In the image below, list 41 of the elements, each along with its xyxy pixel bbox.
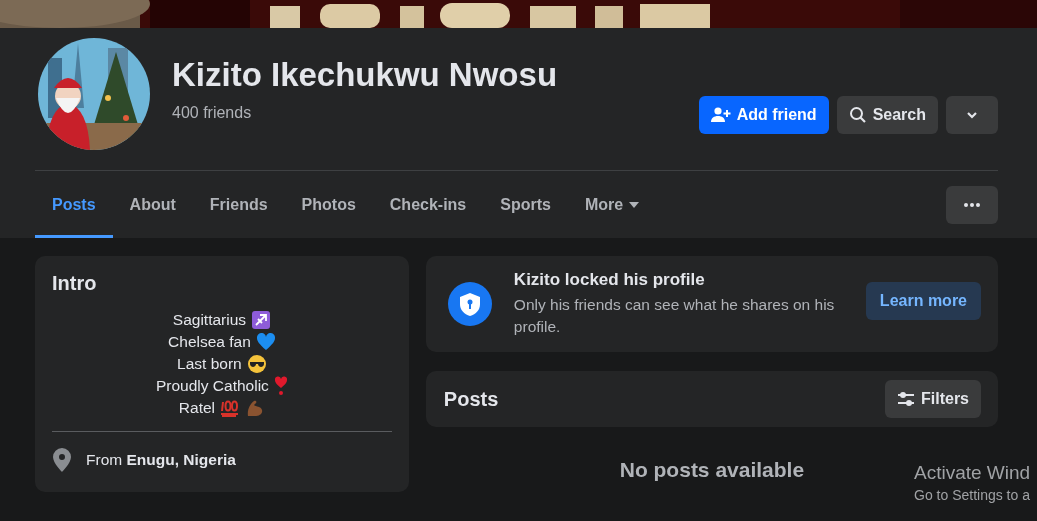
profile-tab[interactable]: Posts xyxy=(35,171,113,238)
add-friend-button[interactable]: Add friend xyxy=(698,96,829,134)
activation-hint: Go to Settings to a xyxy=(914,487,1031,503)
intro-title: Intro xyxy=(52,272,98,295)
locked-description: Only his friends can see what he shares on his profile. xyxy=(513,295,836,337)
more-options-button[interactable] xyxy=(946,185,998,224)
profile-tab[interactable]: About xyxy=(112,171,193,238)
search-button[interactable]: Search xyxy=(836,96,938,134)
add-person-icon xyxy=(710,107,731,123)
empty-posts-text: No posts available xyxy=(619,458,805,482)
bio-line: Last born xyxy=(177,354,242,374)
friends-count: 400 friends xyxy=(172,104,253,122)
posts-title: Posts xyxy=(443,387,499,411)
profile-tab[interactable]: More xyxy=(567,171,657,238)
profile-tab[interactable]: Photos xyxy=(284,171,373,238)
caret-icon xyxy=(629,201,640,208)
bio-line: Ratel xyxy=(178,398,215,418)
flexed-arm-icon xyxy=(245,398,265,418)
sliders-icon xyxy=(897,392,915,406)
chevron-down-icon xyxy=(966,111,978,119)
ellipsis-icon xyxy=(964,202,980,207)
profile-tab[interactable]: Friends xyxy=(192,171,285,238)
activation-title: Activate Wind xyxy=(914,462,1031,484)
heart-exclamation-icon xyxy=(273,376,288,396)
location-text: From Enugu, Nigeria xyxy=(86,451,236,469)
heart-icon xyxy=(255,333,276,351)
learn-more-button[interactable]: Learn more xyxy=(865,282,981,320)
location-pin-icon xyxy=(52,448,72,472)
bio-line: Sagittarius xyxy=(172,310,247,330)
shield-lock-icon xyxy=(447,282,492,326)
profile-name: Kizito Ikechukwu Nwosu xyxy=(172,56,559,94)
sunglasses-face-icon xyxy=(246,354,267,374)
profile-tab[interactable]: Sports xyxy=(483,171,568,238)
profile-tab[interactable]: Check-ins xyxy=(372,171,484,238)
hundred-points-icon xyxy=(220,399,240,417)
locked-title: Kizito locked his profile xyxy=(513,270,706,290)
filters-button[interactable]: Filters xyxy=(885,380,981,418)
search-icon xyxy=(848,106,867,124)
bio-line: Chelsea fan xyxy=(168,332,251,352)
sagittarius-icon xyxy=(251,310,272,330)
bio-line: Proudly Catholic xyxy=(156,376,269,396)
